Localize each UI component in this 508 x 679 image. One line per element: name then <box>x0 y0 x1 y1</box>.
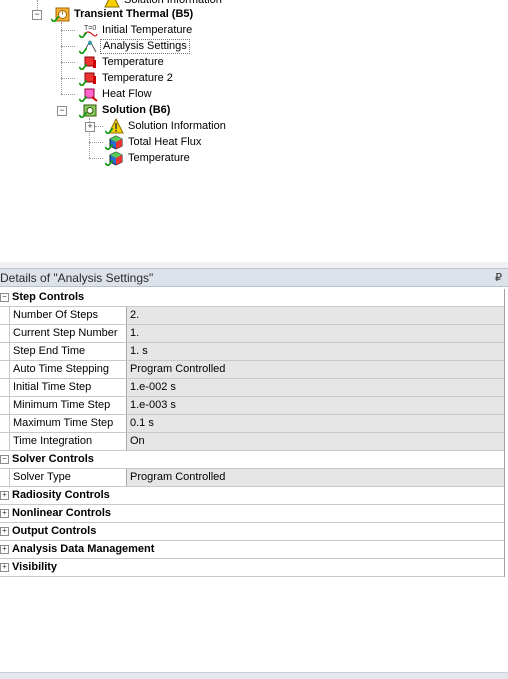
property-name: Initial Time Step <box>9 379 127 396</box>
tree-connector <box>61 94 75 95</box>
property-row[interactable]: Initial Time Step 1.e-002 s <box>0 379 504 397</box>
category-output-controls[interactable]: + Output Controls <box>0 523 504 541</box>
tree-connector <box>89 142 103 143</box>
pin-icon[interactable]: ₽ <box>495 271 502 284</box>
result-cube-icon <box>105 150 124 166</box>
collapse-toggle[interactable]: − <box>0 455 9 464</box>
tree-connector <box>61 46 75 47</box>
tree-connector <box>61 78 75 79</box>
category-radiosity-controls[interactable]: + Radiosity Controls <box>0 487 504 505</box>
category-label: Visibility <box>12 561 58 573</box>
property-value[interactable]: 1. <box>127 325 504 342</box>
clock-analysis-icon <box>51 6 70 22</box>
property-row[interactable]: Time Integration On <box>0 433 504 451</box>
property-row[interactable]: Number Of Steps 2. <box>0 307 504 325</box>
tree-item-label: Temperature 2 <box>102 72 173 84</box>
tree-item-analysis-settings[interactable]: Analysis Settings <box>79 38 190 54</box>
solution-icon <box>79 102 98 118</box>
tree-item-transient-thermal[interactable]: Transient Thermal (B5) <box>51 6 195 22</box>
property-value[interactable]: 1. s <box>127 343 504 360</box>
property-row[interactable]: Current Step Number 1. <box>0 325 504 343</box>
category-label: Solver Controls <box>12 453 94 465</box>
tree-item-label: Transient Thermal (B5) <box>74 8 194 20</box>
tree-connector <box>61 30 75 31</box>
tree-item-label: Total Heat Flux <box>128 136 202 148</box>
heat-flow-icon <box>79 86 98 102</box>
tree-item-solution[interactable]: Solution (B6) <box>79 102 172 118</box>
category-label: Output Controls <box>12 525 97 537</box>
property-row[interactable]: Solver Type Program Controlled <box>0 469 504 487</box>
tree-connector <box>95 126 103 127</box>
property-value[interactable]: 1.e-002 s <box>127 379 504 396</box>
property-value[interactable]: On <box>127 433 504 450</box>
tree-connector <box>89 158 103 159</box>
category-label: Radiosity Controls <box>12 489 110 501</box>
details-grid: − Step Controls Number Of Steps 2. Curren… <box>0 289 505 577</box>
temperature-load-icon <box>79 54 98 70</box>
expand-toggle[interactable]: + <box>0 563 9 572</box>
property-name: Minimum Time Step <box>9 397 127 414</box>
tree-item-heat-flow[interactable]: Heat Flow <box>79 86 154 102</box>
property-row[interactable]: Minimum Time Step 1.e-003 s <box>0 397 504 415</box>
category-label: Step Controls <box>12 291 85 303</box>
tree-item-label: Heat Flow <box>102 88 152 100</box>
svg-text:T=0: T=0 <box>84 25 96 32</box>
tree-item-label: Temperature <box>102 56 164 68</box>
tree-item-temperature[interactable]: Temperature <box>79 54 166 70</box>
category-visibility[interactable]: + Visibility <box>0 559 504 577</box>
temperature-load-icon <box>79 70 98 86</box>
tree-item-total-heat-flux[interactable]: Total Heat Flux <box>105 134 203 150</box>
category-nonlinear-controls[interactable]: + Nonlinear Controls <box>0 505 504 523</box>
tree-connector <box>61 62 75 63</box>
property-row[interactable]: Maximum Time Step 0.1 s <box>0 415 504 433</box>
tree-item-initial-temperature[interactable]: T=0 Initial Temperature <box>79 22 194 38</box>
tree-item-label: Analysis Settings <box>100 38 190 54</box>
tree-item-temperature-2[interactable]: Temperature 2 <box>79 70 175 86</box>
property-name: Current Step Number <box>9 325 127 342</box>
property-row[interactable]: Auto Time Stepping Program Controlled <box>0 361 504 379</box>
tree-connector <box>61 22 62 94</box>
property-value[interactable]: 2. <box>127 307 504 324</box>
tree-item-solution-information[interactable]: Solution Information <box>105 117 228 134</box>
outline-tree: Solution Information − Transient Thermal… <box>0 0 508 262</box>
property-value[interactable]: Program Controlled <box>127 361 504 378</box>
info-icon <box>105 117 124 134</box>
property-name: Step End Time <box>9 343 127 360</box>
initial-temperature-icon: T=0 <box>79 22 98 38</box>
expand-toggle[interactable]: + <box>0 491 9 500</box>
property-value[interactable]: Program Controlled <box>127 469 504 486</box>
property-name: Number Of Steps <box>9 307 127 324</box>
category-label: Nonlinear Controls <box>12 507 112 519</box>
details-title: Details of "Analysis Settings" <box>0 271 154 285</box>
category-label: Analysis Data Management <box>12 543 155 555</box>
result-cube-icon <box>105 134 124 150</box>
expand-toggle[interactable]: + <box>85 122 95 132</box>
tree-item-temperature-result[interactable]: Temperature <box>105 150 192 166</box>
collapse-toggle[interactable]: − <box>32 10 42 20</box>
property-value[interactable]: 0.1 s <box>127 415 504 432</box>
tree-item-label: Temperature <box>128 152 190 164</box>
property-name: Time Integration <box>9 433 127 450</box>
details-header: Details of "Analysis Settings" ₽ <box>0 268 508 287</box>
property-row[interactable]: Step End Time 1. s <box>0 343 504 361</box>
collapse-toggle[interactable]: − <box>57 106 67 116</box>
property-value[interactable]: 1.e-003 s <box>127 397 504 414</box>
property-name: Auto Time Stepping <box>9 361 127 378</box>
tree-item-label: Initial Temperature <box>102 24 193 36</box>
expand-toggle[interactable]: + <box>0 527 9 536</box>
expand-toggle[interactable]: + <box>0 509 9 518</box>
analysis-settings-icon <box>79 38 98 54</box>
property-name: Solver Type <box>9 469 127 486</box>
tree-item-label: Solution Information <box>128 120 226 132</box>
tree-item-label: Solution (B6) <box>102 104 171 116</box>
expand-toggle[interactable]: + <box>0 545 9 554</box>
category-step-controls[interactable]: − Step Controls <box>0 289 504 307</box>
category-solver-controls[interactable]: − Solver Controls <box>0 451 504 469</box>
collapse-toggle[interactable]: − <box>0 293 9 302</box>
category-analysis-data-management[interactable]: + Analysis Data Management <box>0 541 504 559</box>
property-name: Maximum Time Step <box>9 415 127 432</box>
